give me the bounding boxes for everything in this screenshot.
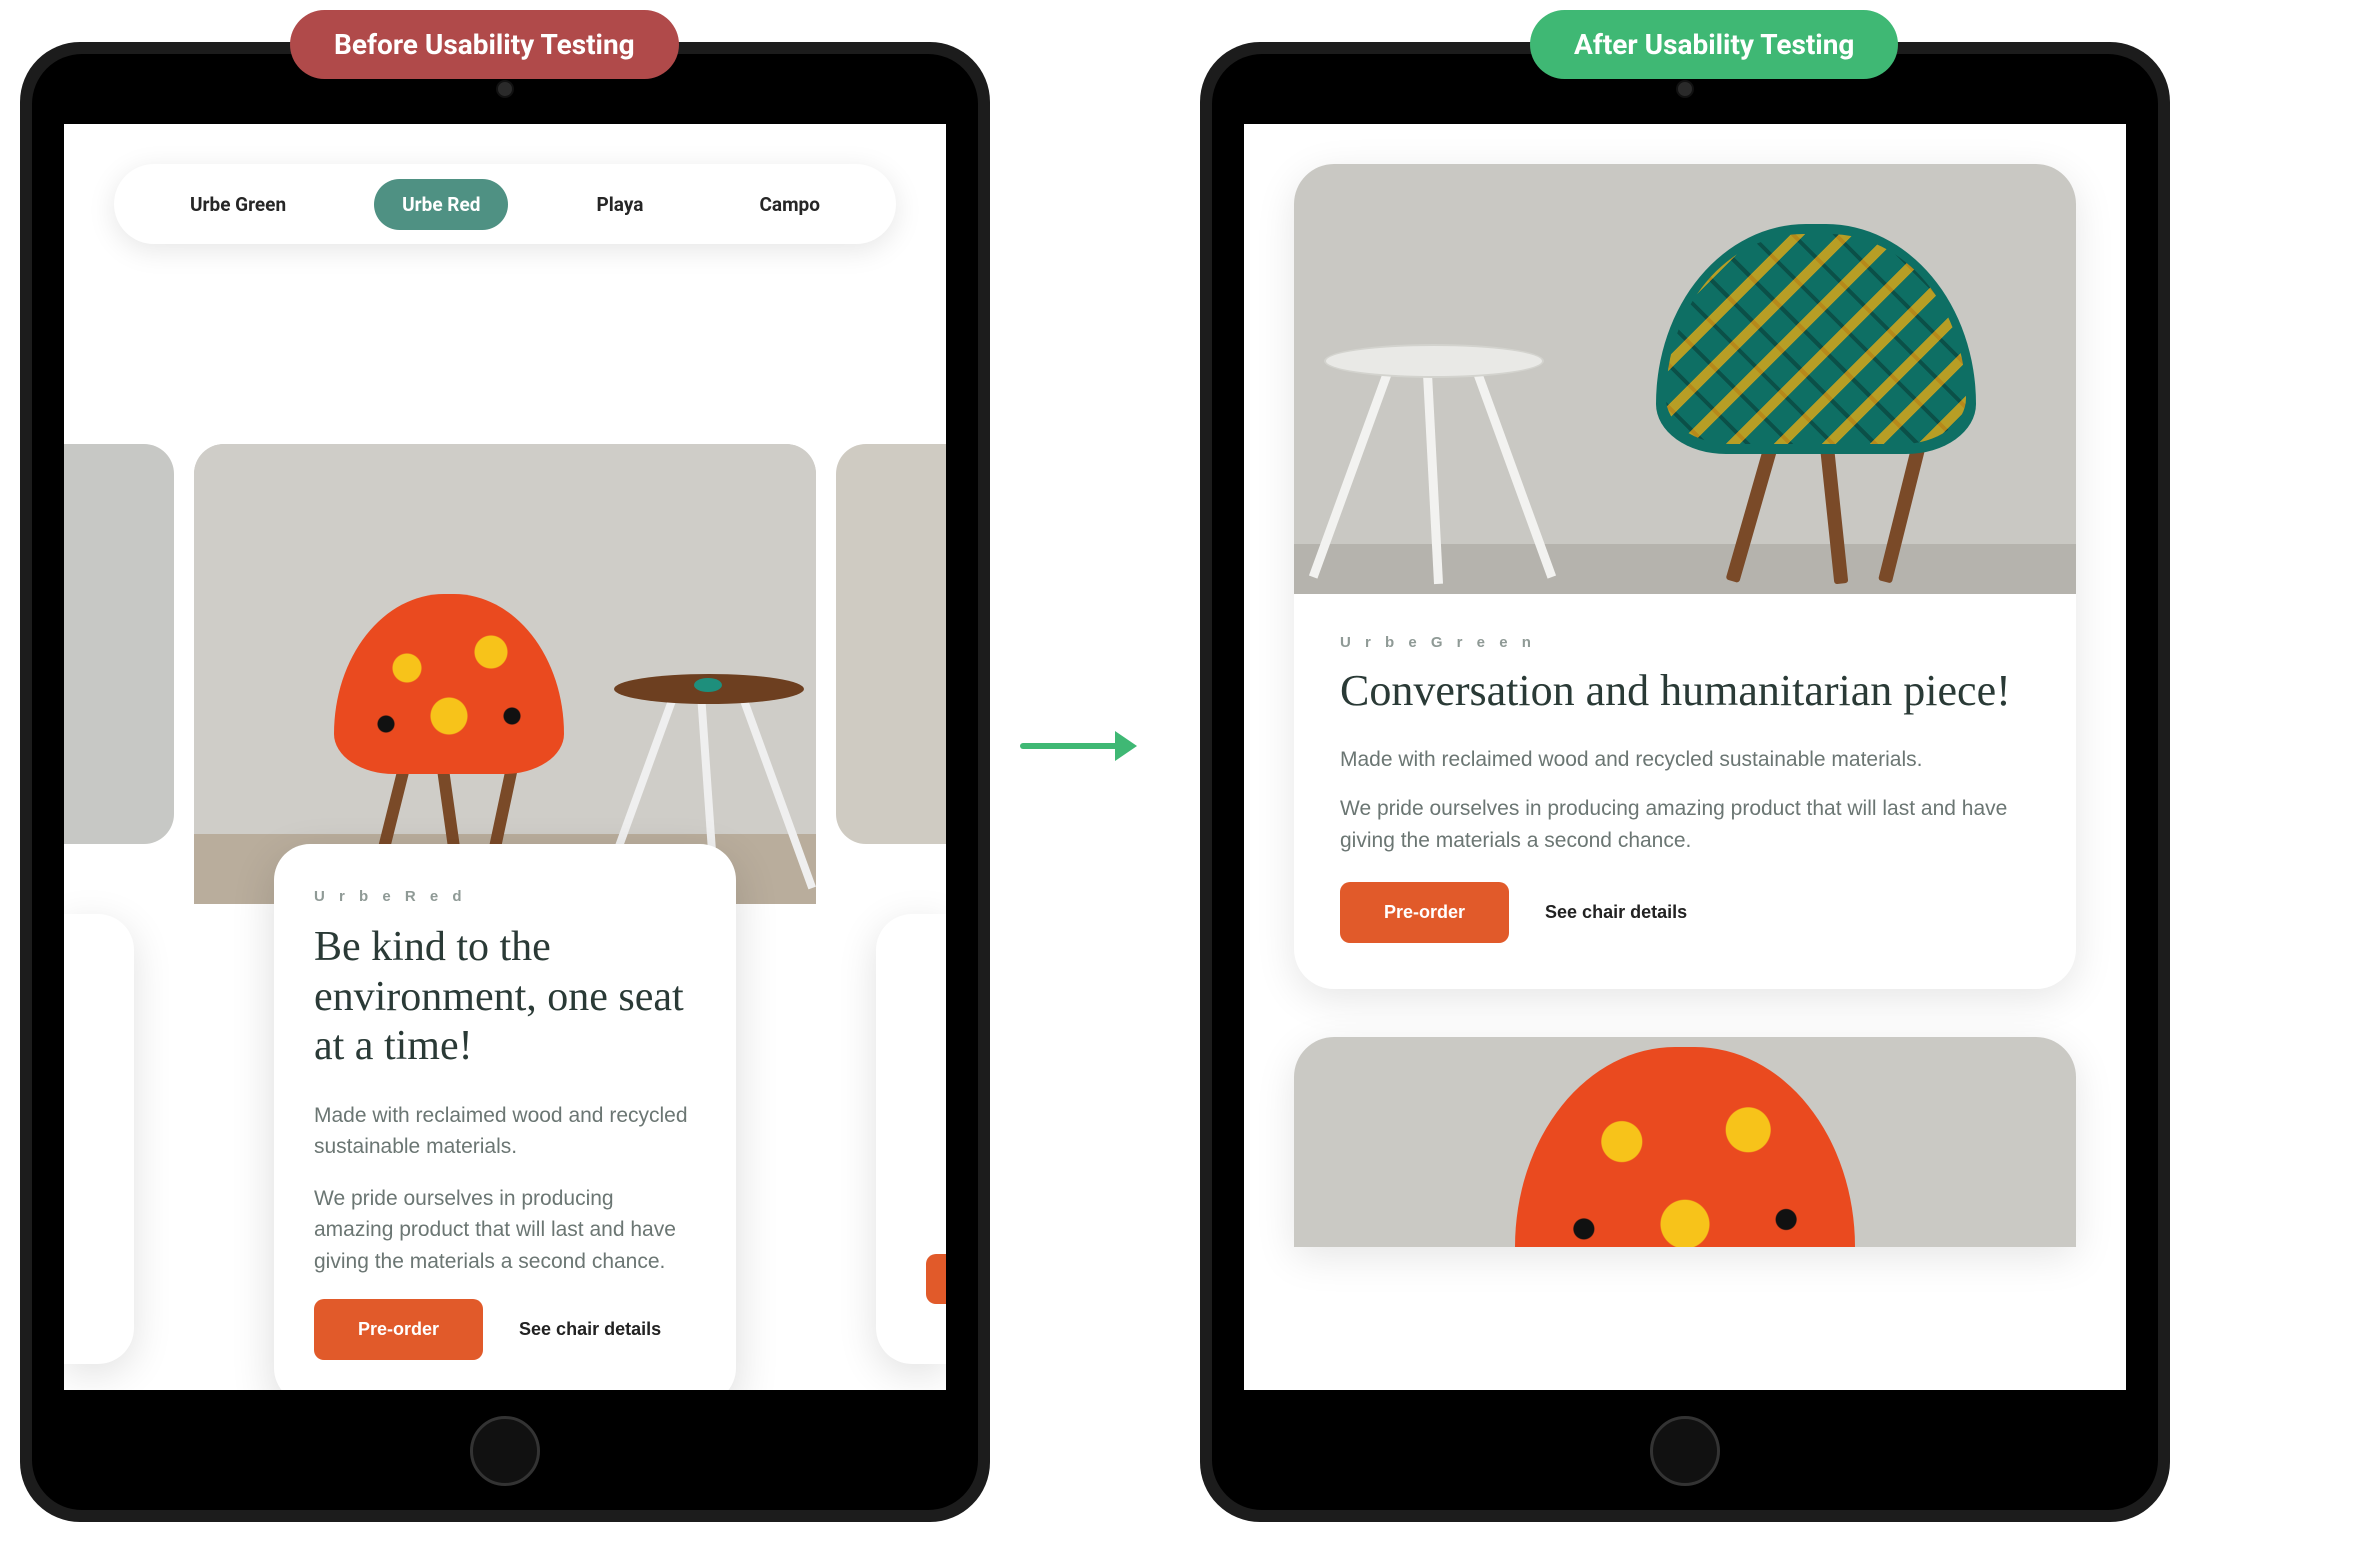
product-body-1: Made with reclaimed wood and recycled su… <box>314 1100 696 1163</box>
tab-playa[interactable]: Playa <box>569 179 672 230</box>
screen-after[interactable]: U r b e G r e e n Conversation and human… <box>1244 124 2126 1390</box>
product-title: Conversation and humanitarian piece! <box>1340 665 2030 718</box>
chair-green-icon <box>1626 184 2006 584</box>
tablet-before: Urbe Green Urbe Red Playa Campo <box>20 42 990 1522</box>
preorder-button[interactable]: Pre-order <box>1340 882 1509 943</box>
carousel-prev-image[interactable] <box>64 444 174 844</box>
tab-urbe-green[interactable]: Urbe Green <box>162 179 314 230</box>
carousel-next-cta-peek <box>926 1254 946 1304</box>
home-button[interactable] <box>470 1416 540 1486</box>
product-hero-image <box>1294 164 2076 594</box>
product-card: U r b e R e d Be kind to the environment… <box>274 844 736 1390</box>
product-eyebrow: U r b e R e d <box>314 888 696 905</box>
tab-urbe-red[interactable]: Urbe Red <box>374 179 508 230</box>
chair-orange-icon <box>1475 1047 1895 1247</box>
product-card-urbe-green: U r b e G r e e n Conversation and human… <box>1294 164 2076 989</box>
product-card-urbe-red-peek[interactable] <box>1294 1037 2076 1247</box>
tab-campo[interactable]: Campo <box>731 179 847 230</box>
product-body-2: We pride ourselves in producing amazing … <box>1340 793 2030 856</box>
arrow-right-icon <box>1020 735 1140 755</box>
tablet-after: U r b e G r e e n Conversation and human… <box>1200 42 2170 1522</box>
carousel-next-image[interactable] <box>836 444 946 844</box>
product-tabs: Urbe Green Urbe Red Playa Campo <box>114 164 896 244</box>
product-carousel[interactable]: U r b e R e d Be kind to the environment… <box>64 324 946 1390</box>
badge-before: Before Usability Testing <box>290 10 679 79</box>
carousel-next-card-edge[interactable] <box>876 914 946 1364</box>
side-table <box>1324 284 1544 584</box>
see-details-link[interactable]: See chair details <box>1545 902 1687 923</box>
carousel-prev-card-edge[interactable] <box>64 914 134 1364</box>
chair-orange-icon <box>314 534 594 894</box>
camera-icon <box>1676 80 1694 98</box>
product-body-1: Made with reclaimed wood and recycled su… <box>1340 744 2030 776</box>
preorder-button[interactable]: Pre-order <box>314 1299 483 1360</box>
see-details-link[interactable]: See chair details <box>519 1319 661 1340</box>
product-title: Be kind to the environment, one seat at … <box>314 923 696 1072</box>
screen-before: Urbe Green Urbe Red Playa Campo <box>64 124 946 1390</box>
product-body-2: We pride ourselves in producing amazing … <box>314 1183 696 1278</box>
comparison-stage: Before Usability Testing After Usability… <box>0 0 2364 1548</box>
product-hero-image <box>194 444 816 904</box>
product-eyebrow: U r b e G r e e n <box>1340 634 2030 651</box>
home-button[interactable] <box>1650 1416 1720 1486</box>
badge-after: After Usability Testing <box>1530 10 1898 79</box>
cta-row: Pre-order See chair details <box>314 1299 696 1360</box>
cta-row: Pre-order See chair details <box>1340 882 2030 943</box>
camera-icon <box>496 80 514 98</box>
